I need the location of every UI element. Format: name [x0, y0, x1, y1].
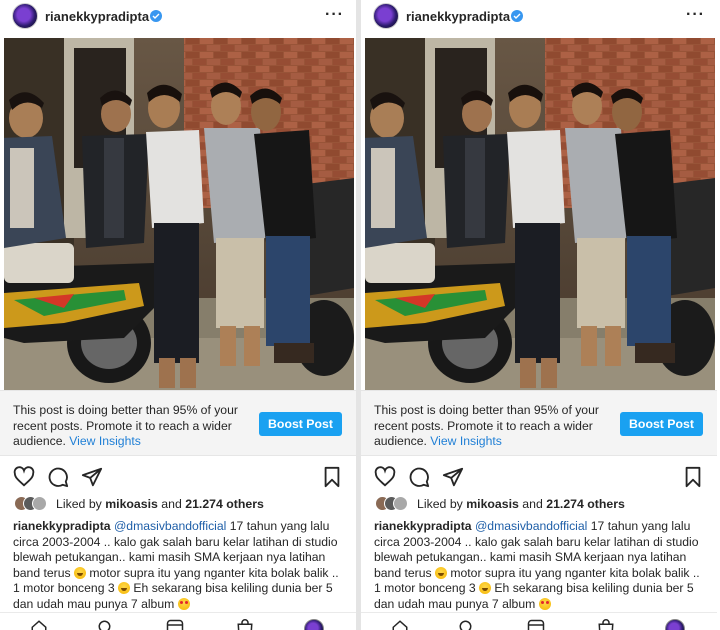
search-icon[interactable] — [458, 619, 476, 630]
post-header: rianekkypradipta ··· — [0, 0, 356, 34]
caption-username[interactable]: rianekkypradipta — [374, 519, 472, 533]
more-options-icon[interactable]: ··· — [686, 6, 705, 24]
caption-mention[interactable]: @dmasivbandofficial — [114, 519, 226, 533]
likes-count[interactable]: 21.274 others — [185, 497, 264, 511]
search-icon[interactable] — [97, 619, 115, 630]
boost-post-button[interactable]: Boost Post — [259, 412, 342, 436]
grin-emoji-icon — [434, 566, 447, 579]
bookmark-icon[interactable] — [321, 466, 343, 488]
comment-icon[interactable] — [47, 466, 69, 488]
view-insights-link[interactable]: View Insights — [430, 434, 502, 448]
action-bar — [361, 462, 717, 492]
more-options-icon[interactable]: ··· — [325, 6, 344, 24]
reels-icon[interactable] — [166, 619, 184, 630]
liker-avatar — [32, 496, 47, 511]
caption-username[interactable]: rianekkypradipta — [13, 519, 111, 533]
heart-eyes-emoji-icon — [538, 597, 551, 610]
post-photo[interactable] — [4, 38, 354, 390]
verified-badge-icon — [150, 10, 162, 22]
liker-avatar — [393, 496, 408, 511]
post-photo[interactable] — [365, 38, 715, 390]
heart-icon[interactable] — [13, 466, 35, 488]
nav-profile-avatar[interactable] — [665, 619, 685, 630]
instagram-post-screen-right: rianekkypradipta ··· This post is doing … — [361, 0, 717, 630]
likes-prefix: Liked by — [56, 497, 102, 511]
insights-text: This post is doing better than 95% of yo… — [13, 403, 245, 450]
view-insights-link[interactable]: View Insights — [69, 434, 141, 448]
username[interactable]: rianekkypradipta — [406, 9, 510, 24]
likes-count[interactable]: 21.274 others — [546, 497, 625, 511]
shop-icon[interactable] — [597, 619, 615, 630]
post-caption: rianekkypradipta @dmasivbandofficial 17 … — [13, 519, 345, 612]
insights-banner: This post is doing better than 95% of yo… — [361, 390, 717, 456]
likes-conj: and — [161, 497, 182, 511]
bottom-nav — [0, 612, 356, 630]
verified-badge-icon — [511, 10, 523, 22]
comment-icon[interactable] — [408, 466, 430, 488]
grin-emoji-icon — [118, 582, 131, 594]
share-icon[interactable] — [81, 466, 103, 488]
likes-user[interactable]: mikoasis — [466, 497, 519, 511]
profile-avatar[interactable] — [373, 3, 399, 29]
shop-icon[interactable] — [236, 619, 254, 630]
insights-text: This post is doing better than 95% of yo… — [374, 403, 606, 450]
boost-post-button[interactable]: Boost Post — [620, 412, 703, 436]
likes-text[interactable]: Liked by mikoasis and 21.274 others — [56, 497, 264, 511]
home-icon[interactable] — [391, 619, 409, 630]
instagram-post-screen-left: rianekkypradipta ··· This post is doing … — [0, 0, 356, 630]
action-bar — [0, 462, 356, 492]
nav-profile-avatar[interactable] — [304, 619, 324, 630]
post-header: rianekkypradipta ··· — [361, 0, 717, 34]
reels-icon[interactable] — [527, 619, 545, 630]
likes-user[interactable]: mikoasis — [105, 497, 158, 511]
caption-mention[interactable]: @dmasivbandofficial — [475, 519, 587, 533]
insights-banner: This post is doing better than 95% of yo… — [0, 390, 356, 456]
heart-eyes-emoji-icon — [177, 597, 190, 610]
profile-avatar[interactable] — [12, 3, 38, 29]
heart-icon[interactable] — [374, 466, 396, 488]
grin-emoji-icon — [479, 582, 492, 594]
likes-text[interactable]: Liked by mikoasis and 21.274 others — [417, 497, 625, 511]
username[interactable]: rianekkypradipta — [45, 9, 149, 24]
home-icon[interactable] — [30, 619, 48, 630]
likes-conj: and — [522, 497, 543, 511]
bookmark-icon[interactable] — [682, 466, 704, 488]
post-caption: rianekkypradipta @dmasivbandofficial 17 … — [374, 519, 706, 612]
bottom-nav — [361, 612, 717, 630]
likes-prefix: Liked by — [417, 497, 463, 511]
share-icon[interactable] — [442, 466, 464, 488]
grin-emoji-icon — [73, 566, 86, 579]
